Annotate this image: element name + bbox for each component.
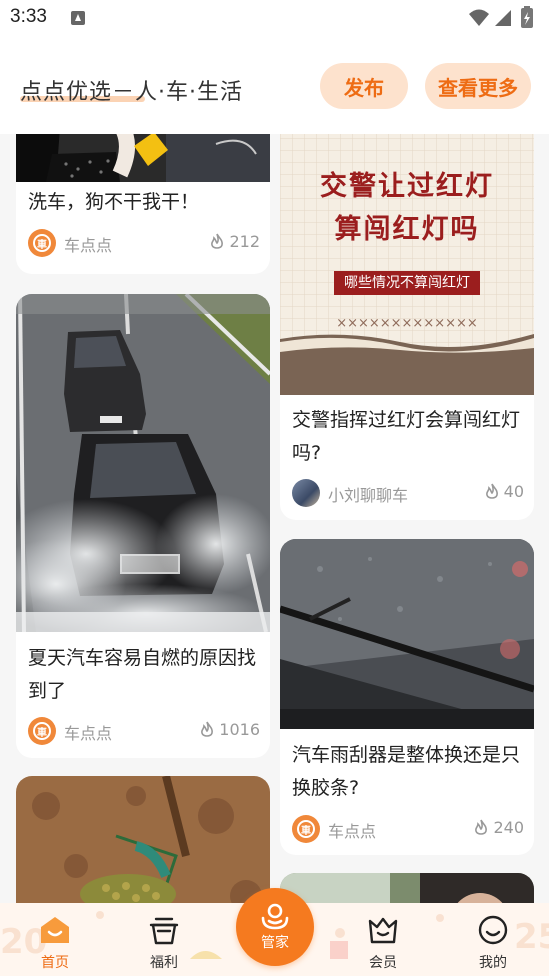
card-image xyxy=(280,539,534,729)
smile-icon xyxy=(478,915,508,945)
card-meta: 小刘聊聊车 40 xyxy=(292,479,524,509)
card-image xyxy=(16,134,270,182)
card-title: 夏天汽车容易自燃的原因找到了 xyxy=(28,647,257,702)
poster-line-1: 交警让过红灯 xyxy=(320,171,494,202)
publish-button[interactable]: 发布 xyxy=(320,63,408,109)
likes-count: 1016 xyxy=(199,720,260,739)
card-title: 洗车，狗不干我干！ xyxy=(28,191,200,213)
see-more-button[interactable]: 查看更多 xyxy=(425,63,531,109)
author-name: 车点点 xyxy=(64,724,113,743)
card-meta: 車 车点点 212 xyxy=(28,229,260,259)
poster-line-2: 算闯红灯吗 xyxy=(334,214,480,245)
crown-icon xyxy=(368,917,398,944)
author-name: 车点点 xyxy=(328,822,377,841)
author-name: 车点点 xyxy=(64,236,113,255)
content-feed[interactable]: 洗车，狗不干我干！ 車 车点点 212 夏天汽车容易自燃的原因找到了 車 车点点… xyxy=(0,134,549,976)
likes-count: 240 xyxy=(473,818,524,837)
feed-card[interactable]: 夏天汽车容易自燃的原因找到了 車 车点点 1016 xyxy=(16,294,270,758)
card-title: 交警指挥过红灯会算闯红灯吗? xyxy=(292,409,521,464)
butler-icon xyxy=(261,903,289,930)
card-image xyxy=(16,294,270,632)
nav-label: 管家 xyxy=(261,935,289,951)
signal-battery-icons xyxy=(469,6,533,28)
card-image: 交警让过红灯 算闯红灯吗 哪些情况不算闯红灯 ××××××××××××× xyxy=(280,134,534,395)
feed-card[interactable]: 洗车，狗不干我干！ 車 车点点 212 xyxy=(16,134,270,274)
top-header: 点点优选－人·车·生活 发布 查看更多 xyxy=(0,38,549,134)
card-meta: 車 车点点 240 xyxy=(292,815,524,845)
nav-label: 我的 xyxy=(479,955,507,971)
author-name: 小刘聊聊车 xyxy=(328,486,409,505)
nav-home[interactable]: 首页 xyxy=(20,915,90,971)
brand-title: 点点优选－人·车·生活 xyxy=(20,80,243,105)
nav-butler-button[interactable]: 管家 xyxy=(236,888,314,966)
nav-label: 福利 xyxy=(150,955,178,971)
poster-crosses: ××××××××××××× xyxy=(336,316,478,331)
feed-card[interactable]: 交警让过红灯 算闯红灯吗 哪些情况不算闯红灯 ××××××××××××× 交警指… xyxy=(280,134,534,520)
avatar xyxy=(292,479,320,507)
likes-count: 212 xyxy=(209,232,260,251)
flame-icon xyxy=(201,721,214,737)
flame-icon xyxy=(211,233,224,249)
feed-card[interactable]: 汽车雨刮器是整体换还是只换胶条? 車 车点点 240 xyxy=(280,539,534,855)
status-time: 3:33 xyxy=(10,6,47,27)
status-bar: 3:33 xyxy=(0,0,549,38)
card-meta: 車 车点点 1016 xyxy=(28,717,260,747)
notification-icon xyxy=(71,11,85,25)
likes-count: 40 xyxy=(484,482,524,501)
avatar: 車 xyxy=(28,229,56,257)
gift-basket-icon xyxy=(149,917,179,945)
card-title: 汽车雨刮器是整体换还是只换胶条? xyxy=(292,744,521,799)
nav-member[interactable]: 会员 xyxy=(348,915,418,971)
avatar: 車 xyxy=(28,717,56,745)
flame-icon xyxy=(475,819,488,835)
avatar: 車 xyxy=(292,815,320,843)
nav-label: 会员 xyxy=(369,955,397,971)
flame-icon xyxy=(485,483,498,499)
nav-welfare[interactable]: 福利 xyxy=(129,915,199,971)
home-icon xyxy=(41,917,69,943)
nav-mine[interactable]: 我的 xyxy=(458,915,528,971)
poster-tag: 哪些情况不算闯红灯 xyxy=(334,271,480,295)
nav-label: 首页 xyxy=(41,955,69,971)
